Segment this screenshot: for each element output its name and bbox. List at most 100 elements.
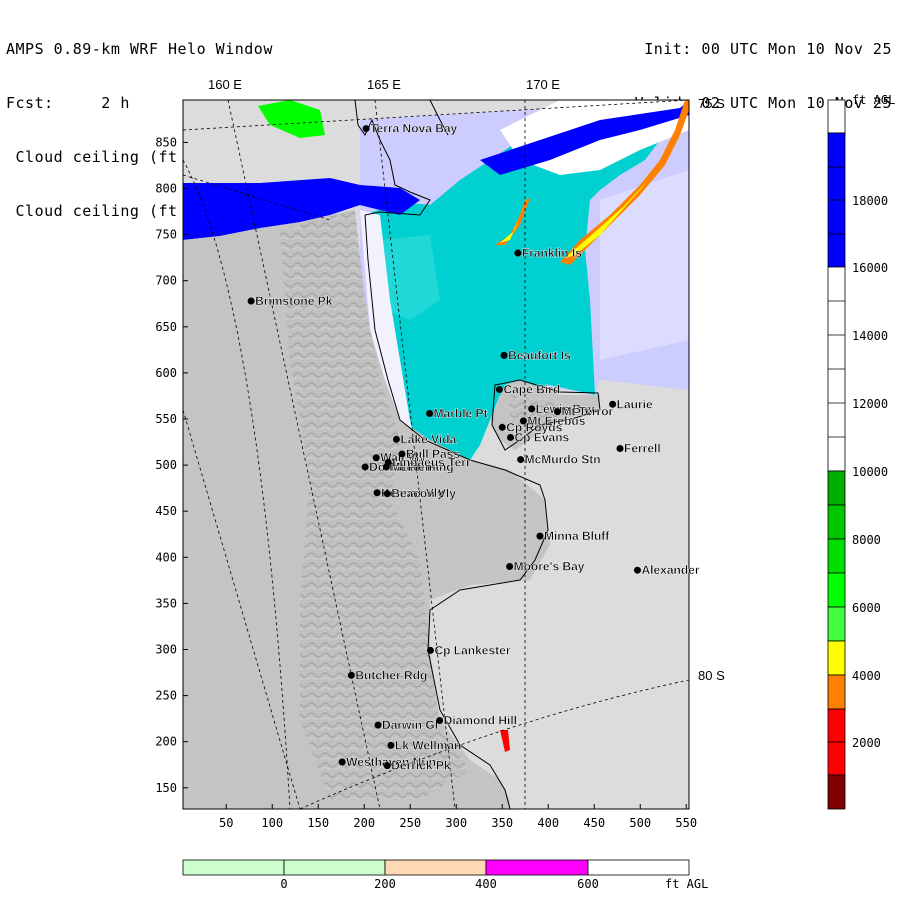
colorbar-label-2000: 2000 xyxy=(852,736,881,750)
station-dot xyxy=(347,671,355,679)
hbar-unit: ft AGL xyxy=(665,877,708,891)
map-figure: 160 E 165 E 170 E 75 S 80 S 850 800 750 700… xyxy=(155,77,895,891)
x-tick-label: 450 xyxy=(583,816,605,830)
y-tick-label: 600 xyxy=(155,366,177,380)
station-dot xyxy=(519,417,527,425)
x-tick-label: 100 xyxy=(261,816,283,830)
colorbar-label-4000: 4000 xyxy=(852,669,881,683)
y-axis-ticks: 850 800 750 700 650 600 550 500 450 400 350 300 250 2… xyxy=(155,135,188,795)
y-tick-label: 800 xyxy=(155,182,177,196)
station-dot xyxy=(616,445,624,453)
station-dot xyxy=(374,721,382,729)
station-label: Cape Bird xyxy=(503,383,560,397)
horizontal-colorbar: 0 200 400 600 ft AGL xyxy=(182,859,708,891)
station-label: Diamond Hill xyxy=(444,713,517,727)
colorbar-label-14000: 14000 xyxy=(852,329,888,343)
station-dot xyxy=(387,741,395,749)
station-dot xyxy=(436,716,444,724)
station-label: Butcher Rdg xyxy=(355,668,427,682)
station-dot xyxy=(383,490,391,498)
hbar-label-200: 200 xyxy=(374,877,396,891)
x-tick-label: 400 xyxy=(537,816,559,830)
station-label: Lk Wellman xyxy=(395,738,461,752)
x-tick-label: 500 xyxy=(629,816,651,830)
colorbar-label-16000: 16000 xyxy=(852,261,888,275)
x-tick-label: 250 xyxy=(399,816,421,830)
y-tick-label: 550 xyxy=(155,412,177,426)
station-dot xyxy=(536,532,544,540)
y-tick-label: 300 xyxy=(155,642,177,656)
station-dot xyxy=(517,456,525,464)
x-tick-label: 350 xyxy=(491,816,513,830)
station-dot xyxy=(633,566,641,574)
station-dot xyxy=(426,646,434,654)
station-label: Lake Vida xyxy=(400,432,456,446)
hbar-label-400: 400 xyxy=(475,877,497,891)
station-label: Marble Pt xyxy=(434,406,488,420)
y-tick-label: 650 xyxy=(155,320,177,334)
station-dot xyxy=(362,125,370,133)
x-tick-label: 200 xyxy=(353,816,375,830)
station-label: Derrick Pk xyxy=(391,759,451,773)
station-dot xyxy=(361,463,369,471)
station-dot xyxy=(500,351,508,359)
station-dot xyxy=(507,433,515,441)
station-label: Ferrell xyxy=(624,442,661,456)
hbar-label-0: 0 xyxy=(280,877,287,891)
station-dot xyxy=(506,563,514,571)
lon-label-170: 170 E xyxy=(526,77,560,92)
station-dot xyxy=(383,762,391,770)
station-label: Laurie xyxy=(617,397,653,411)
station-dot xyxy=(373,489,381,497)
colorbar-label-10000: 10000 xyxy=(852,465,888,479)
station-label: Moore's Bay xyxy=(514,560,585,574)
station-label: Cp Evans xyxy=(515,430,570,444)
colorbar: ft AGL 18000 16000 14000 12000 10000 800… xyxy=(827,93,895,810)
station-label: Terra Nova Bay xyxy=(370,122,457,136)
colorbar-label-8000: 8000 xyxy=(852,533,881,547)
y-tick-label: 250 xyxy=(155,689,177,703)
y-tick-label: 200 xyxy=(155,735,177,749)
station-label: Darwin Gl xyxy=(382,718,438,732)
station-label: Beacon Vly xyxy=(391,487,456,501)
lon-label-160: 160 E xyxy=(208,77,242,92)
station-dot xyxy=(384,458,392,466)
colorbar-unit: ft AGL xyxy=(852,93,895,107)
station-label: Minna Bluff xyxy=(544,529,610,543)
y-tick-label: 850 xyxy=(155,135,177,149)
station-label: McMurdo Stn xyxy=(525,453,601,467)
station-dot xyxy=(247,297,255,305)
station-dot xyxy=(392,435,400,443)
station-dot xyxy=(528,405,536,413)
x-tick-label: 50 xyxy=(219,816,233,830)
colorbar-label-12000: 12000 xyxy=(852,397,888,411)
station-label: Brimstone Pk xyxy=(255,294,333,308)
station-label: Alexander xyxy=(641,563,699,577)
station-label: Mt Erebus xyxy=(527,414,585,428)
station-dot xyxy=(498,423,506,431)
station-label: Linnaeus Terr xyxy=(392,455,471,469)
lon-label-165: 165 E xyxy=(367,77,401,92)
y-tick-label: 700 xyxy=(155,274,177,288)
x-tick-label: 550 xyxy=(675,816,697,830)
hbar-label-600: 600 xyxy=(577,877,599,891)
lat-label-80s: 80 S xyxy=(698,668,725,683)
station-dot xyxy=(426,409,434,417)
station-dot xyxy=(514,249,522,257)
station-label: Franklin Is xyxy=(522,246,582,260)
x-tick-label: 150 xyxy=(307,816,329,830)
y-tick-label: 350 xyxy=(155,596,177,610)
lat-label-75s: 75 S xyxy=(698,96,725,111)
y-tick-label: 450 xyxy=(155,504,177,518)
station-label: Beaufort Is xyxy=(508,348,571,362)
y-tick-label: 500 xyxy=(155,458,177,472)
y-tick-label: 400 xyxy=(155,550,177,564)
x-tick-label: 300 xyxy=(445,816,467,830)
y-tick-label: 150 xyxy=(155,781,177,795)
y-tick-label: 750 xyxy=(155,228,177,242)
colorbar-label-6000: 6000 xyxy=(852,601,881,615)
colorbar-label-18000: 18000 xyxy=(852,194,888,208)
station-dot xyxy=(495,386,503,394)
station-dot xyxy=(338,758,346,766)
station-label: Cp Lankester xyxy=(434,643,510,657)
